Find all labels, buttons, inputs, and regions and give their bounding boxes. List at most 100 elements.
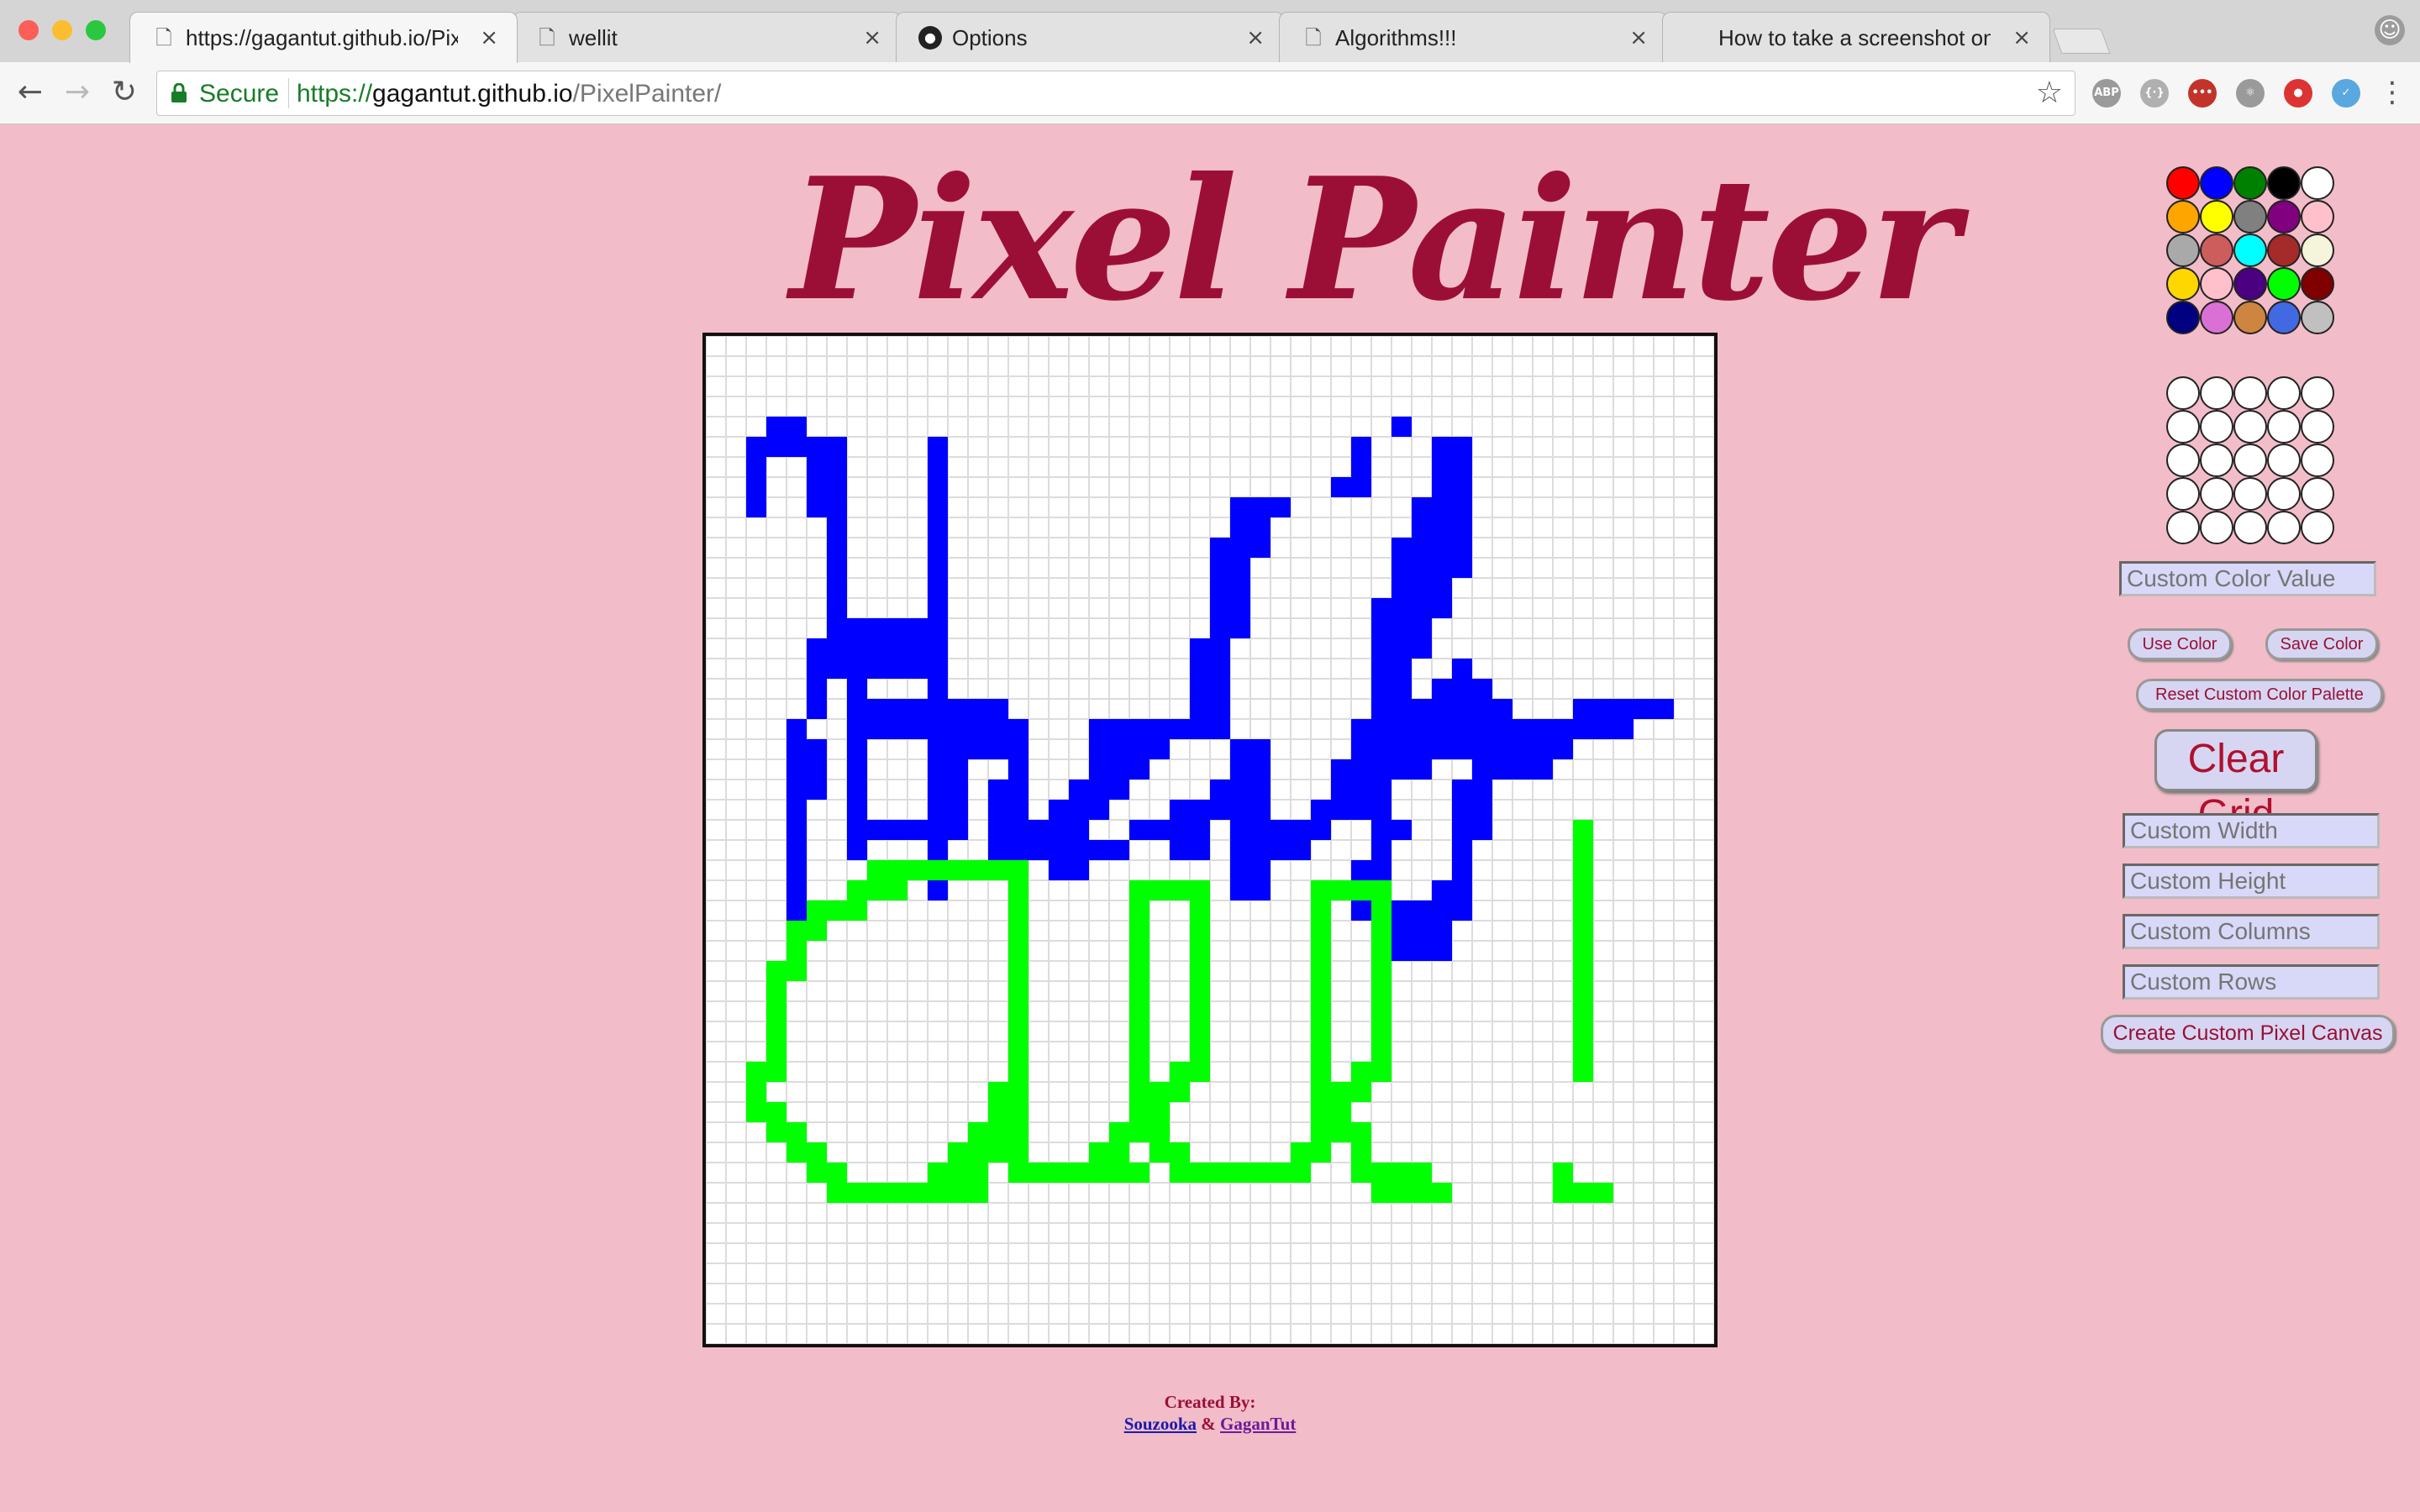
pixel-cell[interactable]	[746, 457, 766, 477]
pixel-cell[interactable]	[746, 880, 766, 900]
pixel-cell[interactable]	[1069, 759, 1089, 780]
pixel-cell[interactable]	[1049, 921, 1069, 941]
pixel-cell[interactable]	[1392, 880, 1412, 900]
pixel-cell[interactable]	[1553, 396, 1573, 417]
pixel-cell[interactable]	[1008, 598, 1028, 618]
pixel-cell[interactable]	[1674, 860, 1694, 880]
pixel-cell[interactable]	[1190, 1122, 1210, 1142]
pixel-cell[interactable]	[807, 417, 827, 437]
pixel-cell[interactable]	[1553, 800, 1573, 820]
pixel-cell[interactable]	[1573, 860, 1593, 880]
new-tab-button[interactable]	[2052, 29, 2111, 54]
pixel-cell[interactable]	[766, 820, 786, 840]
pixel-cell[interactable]	[1392, 578, 1412, 598]
custom-color-swatch[interactable]	[2233, 477, 2267, 511]
pixel-cell[interactable]	[1613, 1163, 1634, 1183]
pixel-cell[interactable]	[867, 1324, 887, 1344]
pixel-cell[interactable]	[1291, 336, 1311, 356]
pixel-cell[interactable]	[1331, 558, 1351, 578]
pixel-cell[interactable]	[948, 437, 968, 457]
pixel-cell[interactable]	[1069, 356, 1089, 376]
pixel-cell[interactable]	[1331, 1263, 1351, 1284]
pixel-cell[interactable]	[1028, 638, 1049, 659]
pixel-cell[interactable]	[1351, 558, 1371, 578]
pixel-cell[interactable]	[908, 457, 928, 477]
pixel-cell[interactable]	[1291, 638, 1311, 659]
pixel-cell[interactable]	[1008, 1102, 1028, 1122]
pixel-cell[interactable]	[1492, 780, 1512, 800]
pixel-cell[interactable]	[1069, 840, 1089, 860]
pixel-cell[interactable]	[1129, 840, 1150, 860]
pixel-cell[interactable]	[968, 638, 988, 659]
pixel-cell[interactable]	[1008, 860, 1028, 880]
pixel-cell[interactable]	[1331, 1021, 1351, 1042]
pixel-cell[interactable]	[1331, 759, 1351, 780]
pixel-cell[interactable]	[1170, 679, 1190, 699]
pixel-cell[interactable]	[1553, 659, 1573, 679]
pixel-cell[interactable]	[1170, 961, 1190, 981]
pixel-cell[interactable]	[1654, 1163, 1674, 1183]
pixel-cell[interactable]	[1270, 1062, 1291, 1082]
pixel-cell[interactable]	[908, 780, 928, 800]
pixel-cell[interactable]	[1210, 820, 1230, 840]
pixel-cell[interactable]	[807, 1284, 827, 1304]
pixel-cell[interactable]	[1371, 1324, 1392, 1344]
pixel-cell[interactable]	[1412, 517, 1432, 538]
pixel-cell[interactable]	[766, 1324, 786, 1344]
pixel-cell[interactable]	[968, 659, 988, 679]
pixel-cell[interactable]	[827, 356, 847, 376]
pixel-cell[interactable]	[1129, 1082, 1150, 1102]
pixel-cell[interactable]	[1351, 618, 1371, 638]
pixel-cell[interactable]	[1674, 1203, 1694, 1223]
pixel-cell[interactable]	[1311, 1163, 1331, 1183]
pixel-cell[interactable]	[1432, 457, 1452, 477]
pixel-cell[interactable]	[1432, 538, 1452, 558]
color-swatch[interactable]	[2166, 200, 2200, 234]
pixel-cell[interactable]	[847, 578, 867, 598]
pixel-cell[interactable]	[1150, 356, 1170, 376]
pixel-cell[interactable]	[1351, 840, 1371, 860]
pixel-cell[interactable]	[968, 417, 988, 437]
pixel-cell[interactable]	[1250, 1001, 1270, 1021]
pixel-cell[interactable]	[1392, 1102, 1412, 1122]
pixel-cell[interactable]	[1129, 1263, 1150, 1284]
pixel-cell[interactable]	[726, 780, 746, 800]
pixel-cell[interactable]	[746, 538, 766, 558]
pixel-cell[interactable]	[1654, 1223, 1674, 1243]
pixel-cell[interactable]	[807, 578, 827, 598]
pixel-cell[interactable]	[847, 659, 867, 679]
pixel-cell[interactable]	[1351, 1203, 1371, 1223]
pixel-cell[interactable]	[1210, 981, 1230, 1001]
pixel-cell[interactable]	[746, 1163, 766, 1183]
pixel-cell[interactable]	[1170, 659, 1190, 679]
pixel-cell[interactable]	[1512, 457, 1533, 477]
pixel-cell[interactable]	[908, 1001, 928, 1021]
pixel-cell[interactable]	[1593, 1243, 1613, 1263]
pixel-cell[interactable]	[887, 1183, 908, 1203]
color-swatch[interactable]	[2233, 166, 2267, 200]
pixel-cell[interactable]	[948, 1284, 968, 1304]
pixel-cell[interactable]	[807, 659, 827, 679]
pixel-cell[interactable]	[1452, 1263, 1472, 1284]
pixel-cell[interactable]	[1533, 961, 1553, 981]
color-swatch[interactable]	[2301, 301, 2334, 334]
pixel-cell[interactable]	[1613, 1102, 1634, 1122]
pixel-cell[interactable]	[1170, 356, 1190, 376]
pixel-cell[interactable]	[1230, 840, 1250, 860]
pixel-cell[interactable]	[786, 396, 807, 417]
pixel-cell[interactable]	[726, 457, 746, 477]
pixel-cell[interactable]	[1250, 981, 1270, 1001]
pixel-cell[interactable]	[1432, 1102, 1452, 1122]
pixel-cell[interactable]	[1008, 679, 1028, 699]
pixel-cell[interactable]	[1069, 1062, 1089, 1082]
pixel-cell[interactable]	[1331, 1223, 1351, 1243]
pixel-cell[interactable]	[1129, 618, 1150, 638]
pixel-cell[interactable]	[867, 417, 887, 437]
pixel-cell[interactable]	[1170, 699, 1190, 719]
pixel-cell[interactable]	[1573, 1082, 1593, 1102]
pixel-cell[interactable]	[1351, 860, 1371, 880]
pixel-cell[interactable]	[1190, 497, 1210, 517]
pixel-cell[interactable]	[1351, 1223, 1371, 1243]
pixel-cell[interactable]	[948, 1021, 968, 1042]
window-close-button[interactable]	[18, 20, 39, 40]
